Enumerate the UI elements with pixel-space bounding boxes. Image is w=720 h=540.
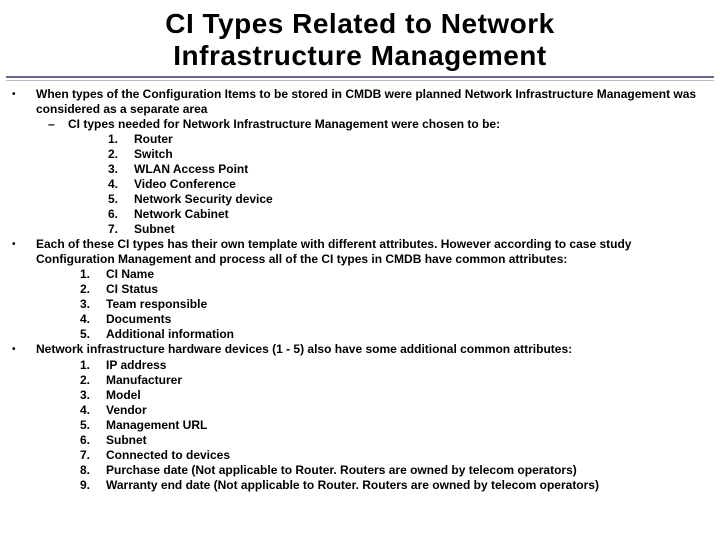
item-number: 3. (80, 297, 106, 312)
numbered-item: 9.Warranty end date (Not applicable to R… (80, 478, 712, 493)
item-number: 5. (80, 418, 106, 433)
item-text: IP address (106, 358, 712, 373)
bullet-icon: • (12, 87, 26, 117)
item-number: 1. (80, 267, 106, 282)
numbered-item: 7.Subnet (108, 222, 712, 237)
item-text: Model (106, 388, 712, 403)
item-text: Warranty end date (Not applicable to Rou… (106, 478, 712, 493)
numbered-item: 6.Subnet (80, 433, 712, 448)
dash-icon: – (48, 117, 68, 132)
item-text: Vendor (106, 403, 712, 418)
item-number: 1. (80, 358, 106, 373)
item-text: Manufacturer (106, 373, 712, 388)
item-number: 2. (80, 373, 106, 388)
item-number: 3. (80, 388, 106, 403)
bullet-text: Each of these CI types has their own tem… (36, 237, 712, 267)
item-number: 9. (80, 478, 106, 493)
numbered-item: 5.Network Security device (108, 192, 712, 207)
numbered-item: 1.IP address (80, 358, 712, 373)
numbered-item: 4.Video Conference (108, 177, 712, 192)
item-text: Switch (134, 147, 712, 162)
item-number: 1. (108, 132, 134, 147)
numbered-item: 5.Management URL (80, 418, 712, 433)
title-line-1: CI Types Related to Network (165, 8, 555, 39)
numbered-item: 3.Model (80, 388, 712, 403)
bullet-text: Network infrastructure hardware devices … (36, 342, 712, 358)
numbered-item: 6.Network Cabinet (108, 207, 712, 222)
numbered-item: 8.Purchase date (Not applicable to Route… (80, 463, 712, 478)
item-number: 3. (108, 162, 134, 177)
item-text: Video Conference (134, 177, 712, 192)
item-number: 7. (80, 448, 106, 463)
bullet-text: When types of the Configuration Items to… (36, 87, 712, 117)
item-text: Connected to devices (106, 448, 712, 463)
item-text: Network Cabinet (134, 207, 712, 222)
slide-body: • When types of the Configuration Items … (0, 87, 720, 493)
item-text: Management URL (106, 418, 712, 433)
bullet-item: • When types of the Configuration Items … (12, 87, 712, 117)
item-number: 6. (108, 207, 134, 222)
item-text: Network Security device (134, 192, 712, 207)
numbered-item: 1.CI Name (80, 267, 712, 282)
item-number: 7. (108, 222, 134, 237)
item-text: CI Name (106, 267, 712, 282)
item-number: 2. (80, 282, 106, 297)
item-number: 5. (108, 192, 134, 207)
numbered-item: 2.Switch (108, 147, 712, 162)
numbered-item: 4.Documents (80, 312, 712, 327)
divider-thick (6, 76, 714, 78)
numbered-item: 3.WLAN Access Point (108, 162, 712, 177)
item-number: 2. (108, 147, 134, 162)
slide-title: CI Types Related to Network Infrastructu… (0, 8, 720, 72)
sub-bullet-text: CI types needed for Network Infrastructu… (68, 117, 712, 132)
numbered-item: 7.Connected to devices (80, 448, 712, 463)
item-number: 8. (80, 463, 106, 478)
item-number: 4. (80, 312, 106, 327)
numbered-item: 2.CI Status (80, 282, 712, 297)
item-text: Subnet (106, 433, 712, 448)
item-text: Subnet (134, 222, 712, 237)
item-number: 4. (108, 177, 134, 192)
bullet-item: • Each of these CI types has their own t… (12, 237, 712, 267)
item-number: 5. (80, 327, 106, 342)
item-text: Router (134, 132, 712, 147)
item-text: Documents (106, 312, 712, 327)
numbered-item: 2.Manufacturer (80, 373, 712, 388)
numbered-item: 5.Additional information (80, 327, 712, 342)
item-text: CI Status (106, 282, 712, 297)
sub-bullet-item: – CI types needed for Network Infrastruc… (48, 117, 712, 132)
bullet-icon: • (12, 237, 26, 267)
bullet-icon: • (12, 342, 26, 358)
numbered-item: 4.Vendor (80, 403, 712, 418)
item-text: WLAN Access Point (134, 162, 712, 177)
divider-thin (6, 80, 714, 81)
bullet-item: • Network infrastructure hardware device… (12, 342, 712, 358)
item-number: 4. (80, 403, 106, 418)
title-line-2: Infrastructure Management (173, 40, 546, 71)
numbered-item: 3.Team responsible (80, 297, 712, 312)
item-text: Purchase date (Not applicable to Router.… (106, 463, 712, 478)
item-text: Team responsible (106, 297, 712, 312)
item-text: Additional information (106, 327, 712, 342)
item-number: 6. (80, 433, 106, 448)
numbered-item: 1.Router (108, 132, 712, 147)
